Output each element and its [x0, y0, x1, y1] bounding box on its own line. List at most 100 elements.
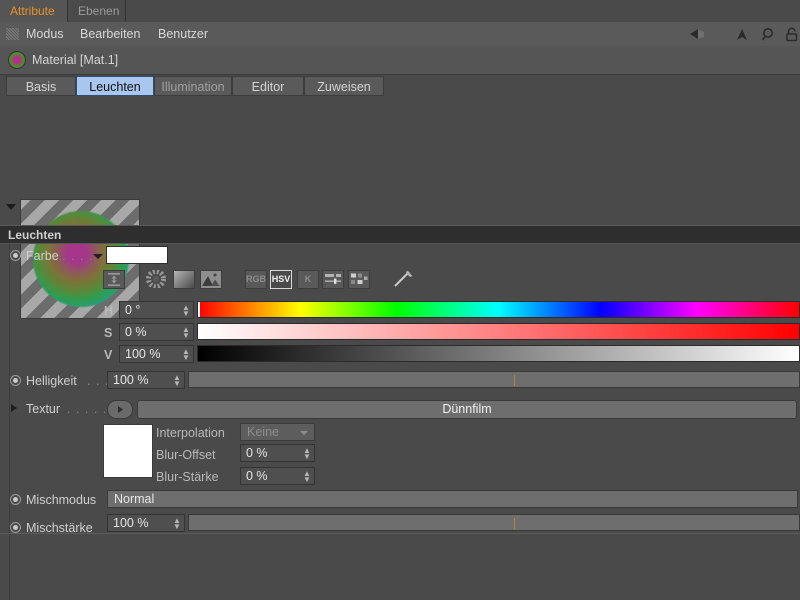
mischmodus-dropdown[interactable]: Normal — [107, 490, 798, 508]
blur-offset-stepper[interactable]: ▲ ▼ — [303, 447, 311, 461]
blur-offset-label: Blur-Offset — [156, 448, 216, 462]
object-header: Material [Mat.1] — [0, 46, 800, 75]
farbe-dropdown-icon[interactable] — [93, 254, 103, 259]
helligkeit-label: Helligkeit — [26, 374, 77, 388]
farbe-animation-dot[interactable] — [10, 250, 21, 261]
sliders-button[interactable] — [322, 270, 344, 289]
triangle-right-icon[interactable] — [11, 404, 17, 412]
object-title: Material [Mat.1] — [32, 53, 119, 67]
triangle-down-icon[interactable] — [6, 204, 16, 210]
menu-modus[interactable]: Modus — [26, 22, 64, 46]
hsv-s-label: S — [104, 326, 113, 340]
blur-strength-stepper[interactable]: ▲ ▼ — [303, 470, 311, 484]
tab-editor[interactable]: Editor — [232, 76, 304, 96]
tab-editor-label: Editor — [251, 80, 285, 94]
farbe-label: Farbe — [26, 249, 59, 263]
helligkeit-input[interactable]: 100 % ▲ ▼ — [107, 371, 185, 389]
helligkeit-slider-tick — [514, 375, 515, 386]
tab-basis-label: Basis — [25, 80, 57, 94]
hsv-v-label: V — [104, 348, 113, 362]
preview-area — [0, 98, 800, 319]
mischstaerke-stepper[interactable]: ▲ ▼ — [173, 517, 181, 531]
menu-benutzer-label: Benutzer — [158, 27, 209, 41]
expand-vertical-icon[interactable] — [103, 270, 125, 289]
saturation-gradient-bar[interactable] — [197, 323, 800, 340]
helligkeit-slider[interactable] — [188, 371, 800, 388]
panel-tabstrip: Attribute Ebenen — [0, 0, 800, 22]
tab-zuweisen[interactable]: Zuweisen — [304, 76, 384, 96]
hsv-s-input[interactable]: 0 % ▲ ▼ — [119, 323, 194, 341]
grip-dots-icon[interactable] — [6, 28, 19, 40]
k-button[interactable]: K — [297, 270, 319, 289]
value-handle[interactable] — [797, 346, 799, 361]
swatches-button[interactable] — [348, 270, 370, 289]
interpolation-value: Keine — [247, 425, 279, 439]
textur-label: Textur — [26, 402, 61, 416]
hsv-v-value: 100 % — [125, 347, 161, 361]
color-wheel-icon[interactable] — [145, 269, 167, 289]
attribute-manager-panel: Attribute Ebenen Modus Bearbeiten Benutz… — [0, 0, 800, 600]
bottom-divider — [0, 533, 800, 534]
menu-benutzer[interactable]: Benutzer — [158, 22, 208, 46]
hsv-v-input[interactable]: 100 % ▲ ▼ — [119, 345, 194, 363]
tab-ebenen[interactable]: Ebenen — [68, 0, 126, 22]
helligkeit-stepper[interactable]: ▲ ▼ — [173, 374, 181, 388]
tab-attribute-label: Attribute — [10, 4, 55, 18]
rgb-button[interactable]: RGB — [245, 270, 267, 289]
rgb-button-label: RGB — [246, 274, 266, 284]
section-header-leuchten: Leuchten — [0, 225, 800, 244]
hsv-s-stepper[interactable]: ▲ ▼ — [182, 326, 190, 340]
tab-leuchten[interactable]: Leuchten — [76, 76, 154, 96]
textur-shader-name: Dünnfilm — [442, 402, 492, 416]
blur-offset-input[interactable]: 0 % ▲ ▼ — [240, 444, 315, 462]
tab-attribute[interactable]: Attribute — [0, 0, 68, 22]
hsv-v-stepper[interactable]: ▲ ▼ — [182, 348, 190, 362]
tab-leuchten-label: Leuchten — [89, 80, 141, 94]
textur-shader-field[interactable]: Dünnfilm — [137, 400, 797, 419]
mischstaerke-slider-tick — [514, 518, 515, 529]
up-arrow-icon[interactable] — [733, 26, 751, 43]
helligkeit-animation-dot[interactable] — [10, 375, 21, 386]
hsv-h-input[interactable]: 0 ° ▲ ▼ — [119, 301, 194, 319]
lock-icon[interactable] — [783, 26, 800, 43]
interpolation-dropdown[interactable]: Keine — [240, 423, 315, 441]
tab-illumination-label: Illumination — [161, 80, 225, 94]
mischmodus-animation-dot[interactable] — [10, 494, 21, 505]
material-channel-tabs: Basis Leuchten Illumination Editor Zuwei… — [0, 76, 800, 98]
hue-gradient-bar[interactable] — [197, 301, 800, 318]
hsv-h-stepper[interactable]: ▲ ▼ — [182, 304, 190, 318]
column-divider — [9, 226, 10, 600]
mischmodus-label: Mischmodus — [26, 493, 97, 507]
interpolation-label: Interpolation — [156, 426, 225, 440]
eyedropper-icon[interactable] — [392, 269, 414, 289]
tab-ebenen-label: Ebenen — [78, 4, 120, 18]
hue-handle[interactable] — [198, 302, 200, 317]
value-gradient-bar[interactable] — [197, 345, 800, 362]
hsv-button-label: HSV — [271, 274, 291, 284]
mischstaerke-input[interactable]: 100 % ▲ ▼ — [107, 514, 185, 532]
menu-modus-label: Modus — [26, 27, 64, 41]
material-sphere-icon — [8, 51, 26, 69]
menu-bearbeiten[interactable]: Bearbeiten — [80, 22, 140, 46]
mischstaerke-slider[interactable] — [188, 514, 800, 531]
gradient-box-icon[interactable] — [173, 270, 195, 289]
farbe-dots: . . . . — [62, 249, 94, 263]
tab-basis[interactable]: Basis — [6, 76, 76, 96]
hsv-s-value: 0 % — [125, 325, 147, 339]
blur-offset-value: 0 % — [246, 446, 268, 460]
back-arrow-icon[interactable] — [688, 26, 706, 43]
menu-bearbeiten-label: Bearbeiten — [80, 27, 141, 41]
textur-browse-button[interactable] — [107, 400, 133, 419]
search-icon[interactable] — [760, 26, 778, 43]
k-button-label: K — [304, 274, 312, 284]
farbe-color-swatch[interactable] — [106, 246, 168, 264]
image-picker-icon[interactable] — [200, 270, 222, 289]
tab-illumination[interactable]: Illumination — [154, 76, 232, 96]
mischstaerke-animation-dot[interactable] — [10, 522, 21, 533]
blur-strength-input[interactable]: 0 % ▲ ▼ — [240, 467, 315, 485]
saturation-handle[interactable] — [198, 324, 200, 339]
hsv-h-label: H — [104, 304, 114, 318]
tab-zuweisen-label: Zuweisen — [317, 80, 371, 94]
texture-thumbnail[interactable] — [103, 424, 153, 478]
hsv-button[interactable]: HSV — [270, 270, 292, 289]
